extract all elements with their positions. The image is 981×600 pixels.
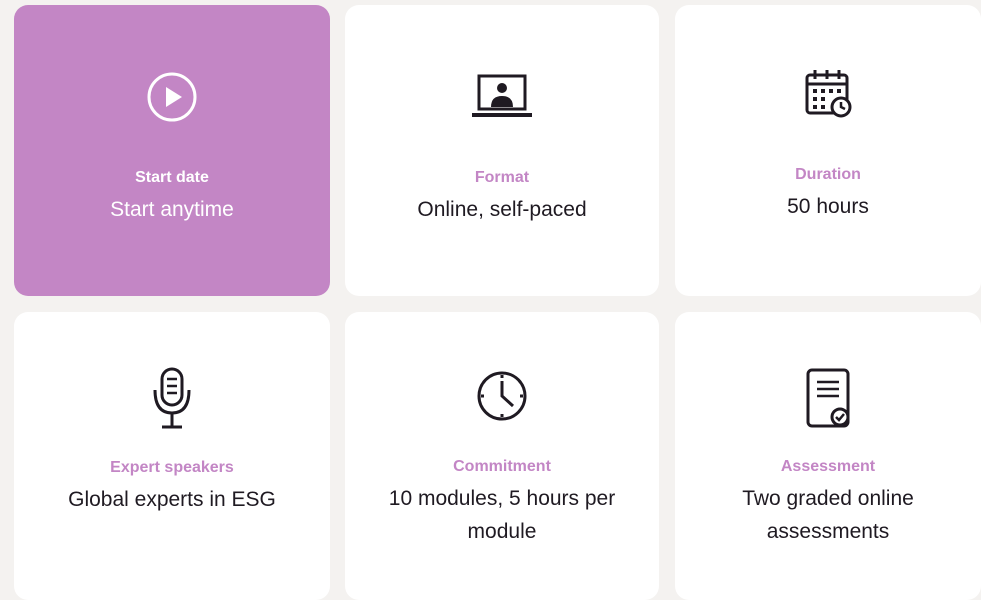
card-label: Expert speakers — [110, 459, 234, 476]
card-format[interactable]: Format Online, self-paced — [345, 5, 659, 296]
play-circle-icon — [14, 71, 330, 123]
card-duration[interactable]: Duration 50 hours — [675, 5, 981, 296]
document-check-icon — [675, 366, 981, 430]
card-value: 10 modules, 5 hours per module — [388, 487, 616, 543]
clock-icon — [345, 368, 659, 424]
card-expert-speakers[interactable]: Expert speakers Global experts in ESG — [14, 312, 330, 600]
card-label: Commitment — [453, 458, 551, 475]
card-label: Duration — [795, 166, 861, 183]
card-commitment[interactable]: Commitment 10 modules, 5 hours per modul… — [345, 312, 659, 600]
card-label: Start date — [135, 169, 209, 186]
card-value: Start anytime — [110, 198, 234, 221]
laptop-person-icon — [345, 71, 659, 123]
calendar-clock-icon — [675, 67, 981, 121]
card-value: Global experts in ESG — [68, 488, 276, 511]
card-assessment[interactable]: Assessment Two graded online assessments — [675, 312, 981, 600]
card-value: Online, self-paced — [417, 198, 587, 221]
card-start-date[interactable]: Start date Start anytime — [14, 5, 330, 296]
card-label: Assessment — [780, 458, 876, 475]
card-label: Format — [474, 169, 530, 186]
card-value: 50 hours — [787, 195, 869, 218]
microphone-icon — [14, 366, 330, 432]
card-value: Two graded online assessments — [742, 487, 914, 543]
